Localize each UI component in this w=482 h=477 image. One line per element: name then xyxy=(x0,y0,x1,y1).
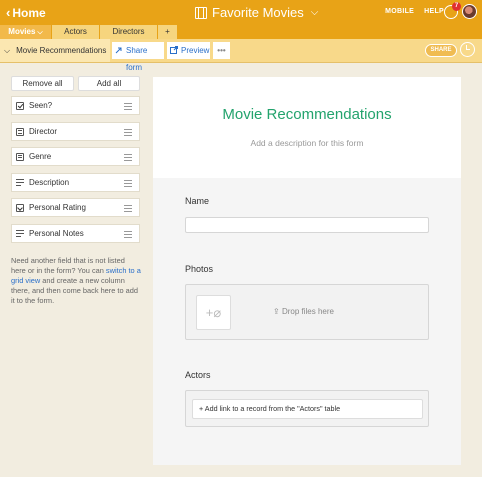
drag-handle-icon[interactable] xyxy=(124,205,132,214)
share-icon xyxy=(115,47,122,54)
page-edge xyxy=(475,63,482,477)
tab-directors[interactable]: Directors xyxy=(100,25,158,39)
notification-badge: 7 xyxy=(452,2,461,11)
chevron-left-icon: ‹ xyxy=(6,5,11,20)
add-linked-record-button[interactable]: + Add link to a record from the "Actors"… xyxy=(192,399,423,419)
chevron-down-icon: ⌵ xyxy=(4,46,11,55)
linked-record-icon xyxy=(16,128,24,136)
preview-label: Preview xyxy=(181,46,210,55)
share-form-button[interactable]: Share form xyxy=(112,42,164,72)
share-button[interactable]: SHARE xyxy=(425,44,457,57)
history-icon[interactable] xyxy=(460,42,475,57)
field-seen[interactable]: Seen? xyxy=(11,96,140,115)
field-label: Director xyxy=(29,127,58,136)
chevron-down-icon: ⌵ xyxy=(310,7,319,18)
home-label: Home xyxy=(12,6,46,20)
preview-button[interactable]: Preview xyxy=(167,42,210,59)
field-personal-rating[interactable]: Personal Rating xyxy=(11,198,140,217)
help-text: Need another field that is not listed he… xyxy=(11,256,141,306)
field-personal-notes[interactable]: Personal Notes xyxy=(11,224,140,243)
avatar[interactable] xyxy=(462,4,477,19)
drop-files-label: Drop files here xyxy=(281,307,334,316)
more-options-button[interactable]: ••• xyxy=(213,42,230,59)
field-director[interactable]: Director xyxy=(11,122,140,141)
mobile-link[interactable]: MOBILE xyxy=(385,8,414,15)
form-header: Movie Recommendations Add a description … xyxy=(153,77,461,178)
external-link-icon xyxy=(170,46,178,54)
chevron-down-icon: ⌵ xyxy=(37,29,43,36)
view-bar: ⌵ Movie Recommendations Share form Previe… xyxy=(0,39,482,72)
single-select-icon xyxy=(16,204,24,212)
field-label: Seen? xyxy=(29,101,53,110)
photos-field-label: Photos xyxy=(185,264,214,274)
table-tabs: Movies ⌵ Actors Directors + xyxy=(0,25,482,39)
form-description-input[interactable]: Add a description for this form xyxy=(153,138,461,148)
drag-handle-icon[interactable] xyxy=(124,129,132,138)
actors-field: + Add link to a record from the "Actors"… xyxy=(185,390,429,427)
photos-dropzone[interactable]: +⌀ ⇪ Drop files here xyxy=(185,284,429,340)
view-name: Movie Recommendations xyxy=(16,46,107,55)
top-menu: MOBILE HELP xyxy=(385,8,444,15)
field-label: Personal Notes xyxy=(29,229,84,238)
field-description[interactable]: Description xyxy=(11,173,140,192)
drag-handle-icon[interactable] xyxy=(124,103,132,112)
actors-field-label: Actors xyxy=(185,370,211,380)
drag-handle-icon[interactable] xyxy=(124,154,132,163)
long-text-icon xyxy=(16,230,24,238)
attach-icon[interactable]: +⌀ xyxy=(196,295,231,330)
film-icon xyxy=(195,6,207,19)
home-link[interactable]: ‹ Home xyxy=(6,5,46,20)
base-title-dropdown[interactable]: Favorite Movies ⌵ xyxy=(195,5,318,20)
multiselect-icon xyxy=(16,153,24,161)
field-label: Genre xyxy=(29,152,52,161)
checkbox-icon xyxy=(16,102,24,110)
top-bar: ‹ Home Favorite Movies ⌵ MOBILE HELP xyxy=(0,0,482,25)
share-form-label: Share form xyxy=(126,46,148,72)
long-text-icon xyxy=(16,179,24,187)
drag-handle-icon[interactable] xyxy=(124,231,132,240)
tab-actors[interactable]: Actors xyxy=(52,25,100,39)
name-input[interactable] xyxy=(185,217,429,233)
upload-icon: ⇪ xyxy=(273,307,280,316)
base-title: Favorite Movies xyxy=(212,5,304,20)
tab-movies-label: Movies xyxy=(8,27,36,36)
tab-movies[interactable]: Movies ⌵ xyxy=(0,25,52,39)
field-label: Description xyxy=(29,178,70,187)
remove-all-button[interactable]: Remove all xyxy=(11,76,74,91)
name-field-label: Name xyxy=(185,196,210,206)
help-link[interactable]: HELP xyxy=(424,8,444,15)
field-label: Personal Rating xyxy=(29,203,86,212)
drag-handle-icon[interactable] xyxy=(124,180,132,189)
form-title[interactable]: Movie Recommendations xyxy=(153,106,461,123)
view-switcher[interactable]: ⌵ Movie Recommendations xyxy=(0,39,110,62)
add-all-button[interactable]: Add all xyxy=(78,76,140,91)
drop-files-text: ⇪ Drop files here xyxy=(273,307,334,316)
add-table-button[interactable]: + xyxy=(158,25,178,39)
field-genre[interactable]: Genre xyxy=(11,147,140,166)
